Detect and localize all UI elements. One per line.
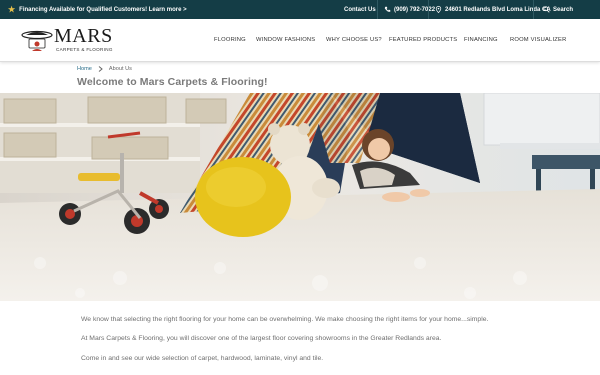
financing-promo-text: Financing Available for Qualified Custom… — [19, 6, 187, 13]
breadcrumb: Home About Us — [77, 66, 132, 72]
search-icon — [543, 6, 550, 13]
top-bar: ★ Financing Available for Qualified Cust… — [0, 0, 600, 19]
hero-image — [0, 93, 600, 301]
nav-financing[interactable]: FINANCING — [464, 19, 498, 61]
page-title: Welcome to Mars Carpets & Flooring! — [77, 76, 268, 88]
nav-featured-products[interactable]: FEATURED PRODUCTS — [389, 19, 457, 61]
breadcrumb-home-link[interactable]: Home — [77, 66, 92, 72]
map-pin-icon — [435, 6, 442, 13]
phone-link[interactable]: (909) 792-7022 — [377, 0, 435, 19]
chevron-right-icon — [98, 66, 103, 72]
nav-why-choose-us[interactable]: WHY CHOOSE US? — [326, 19, 382, 61]
financing-promo-link[interactable]: ★ Financing Available for Qualified Cust… — [8, 0, 187, 19]
main-nav: FLOORING WINDOW FASHIONS WHY CHOOSE US? … — [0, 19, 600, 61]
search-button[interactable]: Search — [533, 0, 573, 19]
nav-window-fashions[interactable]: WINDOW FASHIONS — [256, 19, 315, 61]
nav-flooring[interactable]: FLOORING — [214, 19, 246, 61]
search-label: Search — [553, 6, 574, 13]
breadcrumb-current: About Us — [108, 66, 132, 72]
nav-room-visualizer[interactable]: ROOM VISUALIZER — [510, 19, 566, 61]
hero-illustration — [0, 93, 600, 301]
intro-paragraph-2: At Mars Carpets & Flooring, you will dis… — [81, 335, 442, 342]
star-icon: ★ — [8, 4, 16, 14]
intro-paragraph-1: We know that selecting the right floorin… — [81, 316, 489, 323]
contact-us-label: Contact Us — [344, 6, 376, 13]
intro-paragraph-3: Come in and see our wide selection of ca… — [81, 355, 324, 362]
phone-icon — [384, 6, 391, 12]
contact-us-link[interactable]: Contact Us — [338, 0, 376, 19]
